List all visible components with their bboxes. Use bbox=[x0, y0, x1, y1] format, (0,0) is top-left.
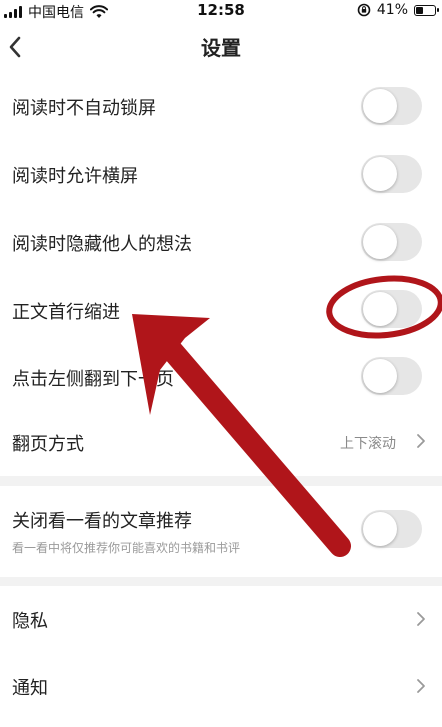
lock-screen-toggle[interactable] bbox=[361, 87, 422, 125]
status-right: 41% bbox=[357, 2, 439, 18]
toggle-knob bbox=[363, 225, 397, 259]
setting-label: 翻页方式 bbox=[12, 434, 84, 455]
setting-label: 阅读时不自动锁屏 bbox=[12, 98, 156, 119]
page-title: 设置 bbox=[201, 36, 241, 60]
chevron-right-icon bbox=[417, 612, 425, 626]
landscape-toggle[interactable] bbox=[361, 155, 422, 193]
setting-row-lock-screen: 阅读时不自动锁屏 bbox=[0, 72, 442, 140]
toggle-knob bbox=[363, 292, 397, 326]
toggle-knob bbox=[363, 359, 397, 393]
setting-label: 隐私 bbox=[12, 611, 48, 632]
toggle-knob bbox=[363, 512, 397, 546]
setting-row-landscape: 阅读时允许横屏 bbox=[0, 140, 442, 208]
setting-label: 正文首行缩进 bbox=[12, 302, 120, 323]
setting-label: 阅读时隐藏他人的想法 bbox=[12, 234, 192, 255]
hide-thoughts-toggle[interactable] bbox=[361, 223, 422, 261]
battery-icon bbox=[414, 4, 439, 16]
section-divider bbox=[0, 577, 442, 586]
section-divider bbox=[0, 476, 442, 486]
setting-row-recommend: 关闭看一看的文章推荐 看一看中将仅推荐你可能喜欢的书籍和书评 bbox=[0, 486, 442, 576]
battery-fill bbox=[416, 6, 423, 14]
toggle-knob bbox=[363, 157, 397, 191]
indent-toggle[interactable] bbox=[361, 290, 422, 328]
chevron-right-icon bbox=[417, 679, 425, 693]
setting-label: 关闭看一看的文章推荐 bbox=[12, 511, 192, 532]
battery-percent: 41% bbox=[376, 2, 408, 18]
toggle-knob bbox=[363, 89, 397, 123]
page-turn-value: 上下滚动 bbox=[340, 436, 396, 452]
setting-row-notify[interactable]: 通知 bbox=[0, 652, 442, 720]
chevron-right-icon bbox=[417, 434, 425, 448]
status-bar: 中国电信 12:58 41% bbox=[0, 0, 442, 22]
setting-row-page-turn[interactable]: 翻页方式 上下滚动 bbox=[0, 410, 442, 474]
setting-row-hide-thoughts: 阅读时隐藏他人的想法 bbox=[0, 208, 442, 276]
recommend-toggle[interactable] bbox=[361, 510, 422, 548]
orientation-lock-icon bbox=[357, 3, 371, 17]
setting-description: 看一看中将仅推荐你可能喜欢的书籍和书评 bbox=[12, 541, 241, 555]
setting-row-tap-left: 点击左侧翻到下一页 bbox=[0, 344, 442, 410]
setting-label: 阅读时允许横屏 bbox=[12, 166, 138, 187]
setting-label: 通知 bbox=[12, 678, 48, 699]
nav-bar: 设置 bbox=[0, 22, 442, 72]
tap-left-toggle[interactable] bbox=[361, 357, 422, 395]
setting-row-indent: 正文首行缩进 bbox=[0, 276, 442, 344]
setting-row-privacy[interactable]: 隐私 bbox=[0, 586, 442, 652]
setting-label: 点击左侧翻到下一页 bbox=[12, 369, 174, 390]
